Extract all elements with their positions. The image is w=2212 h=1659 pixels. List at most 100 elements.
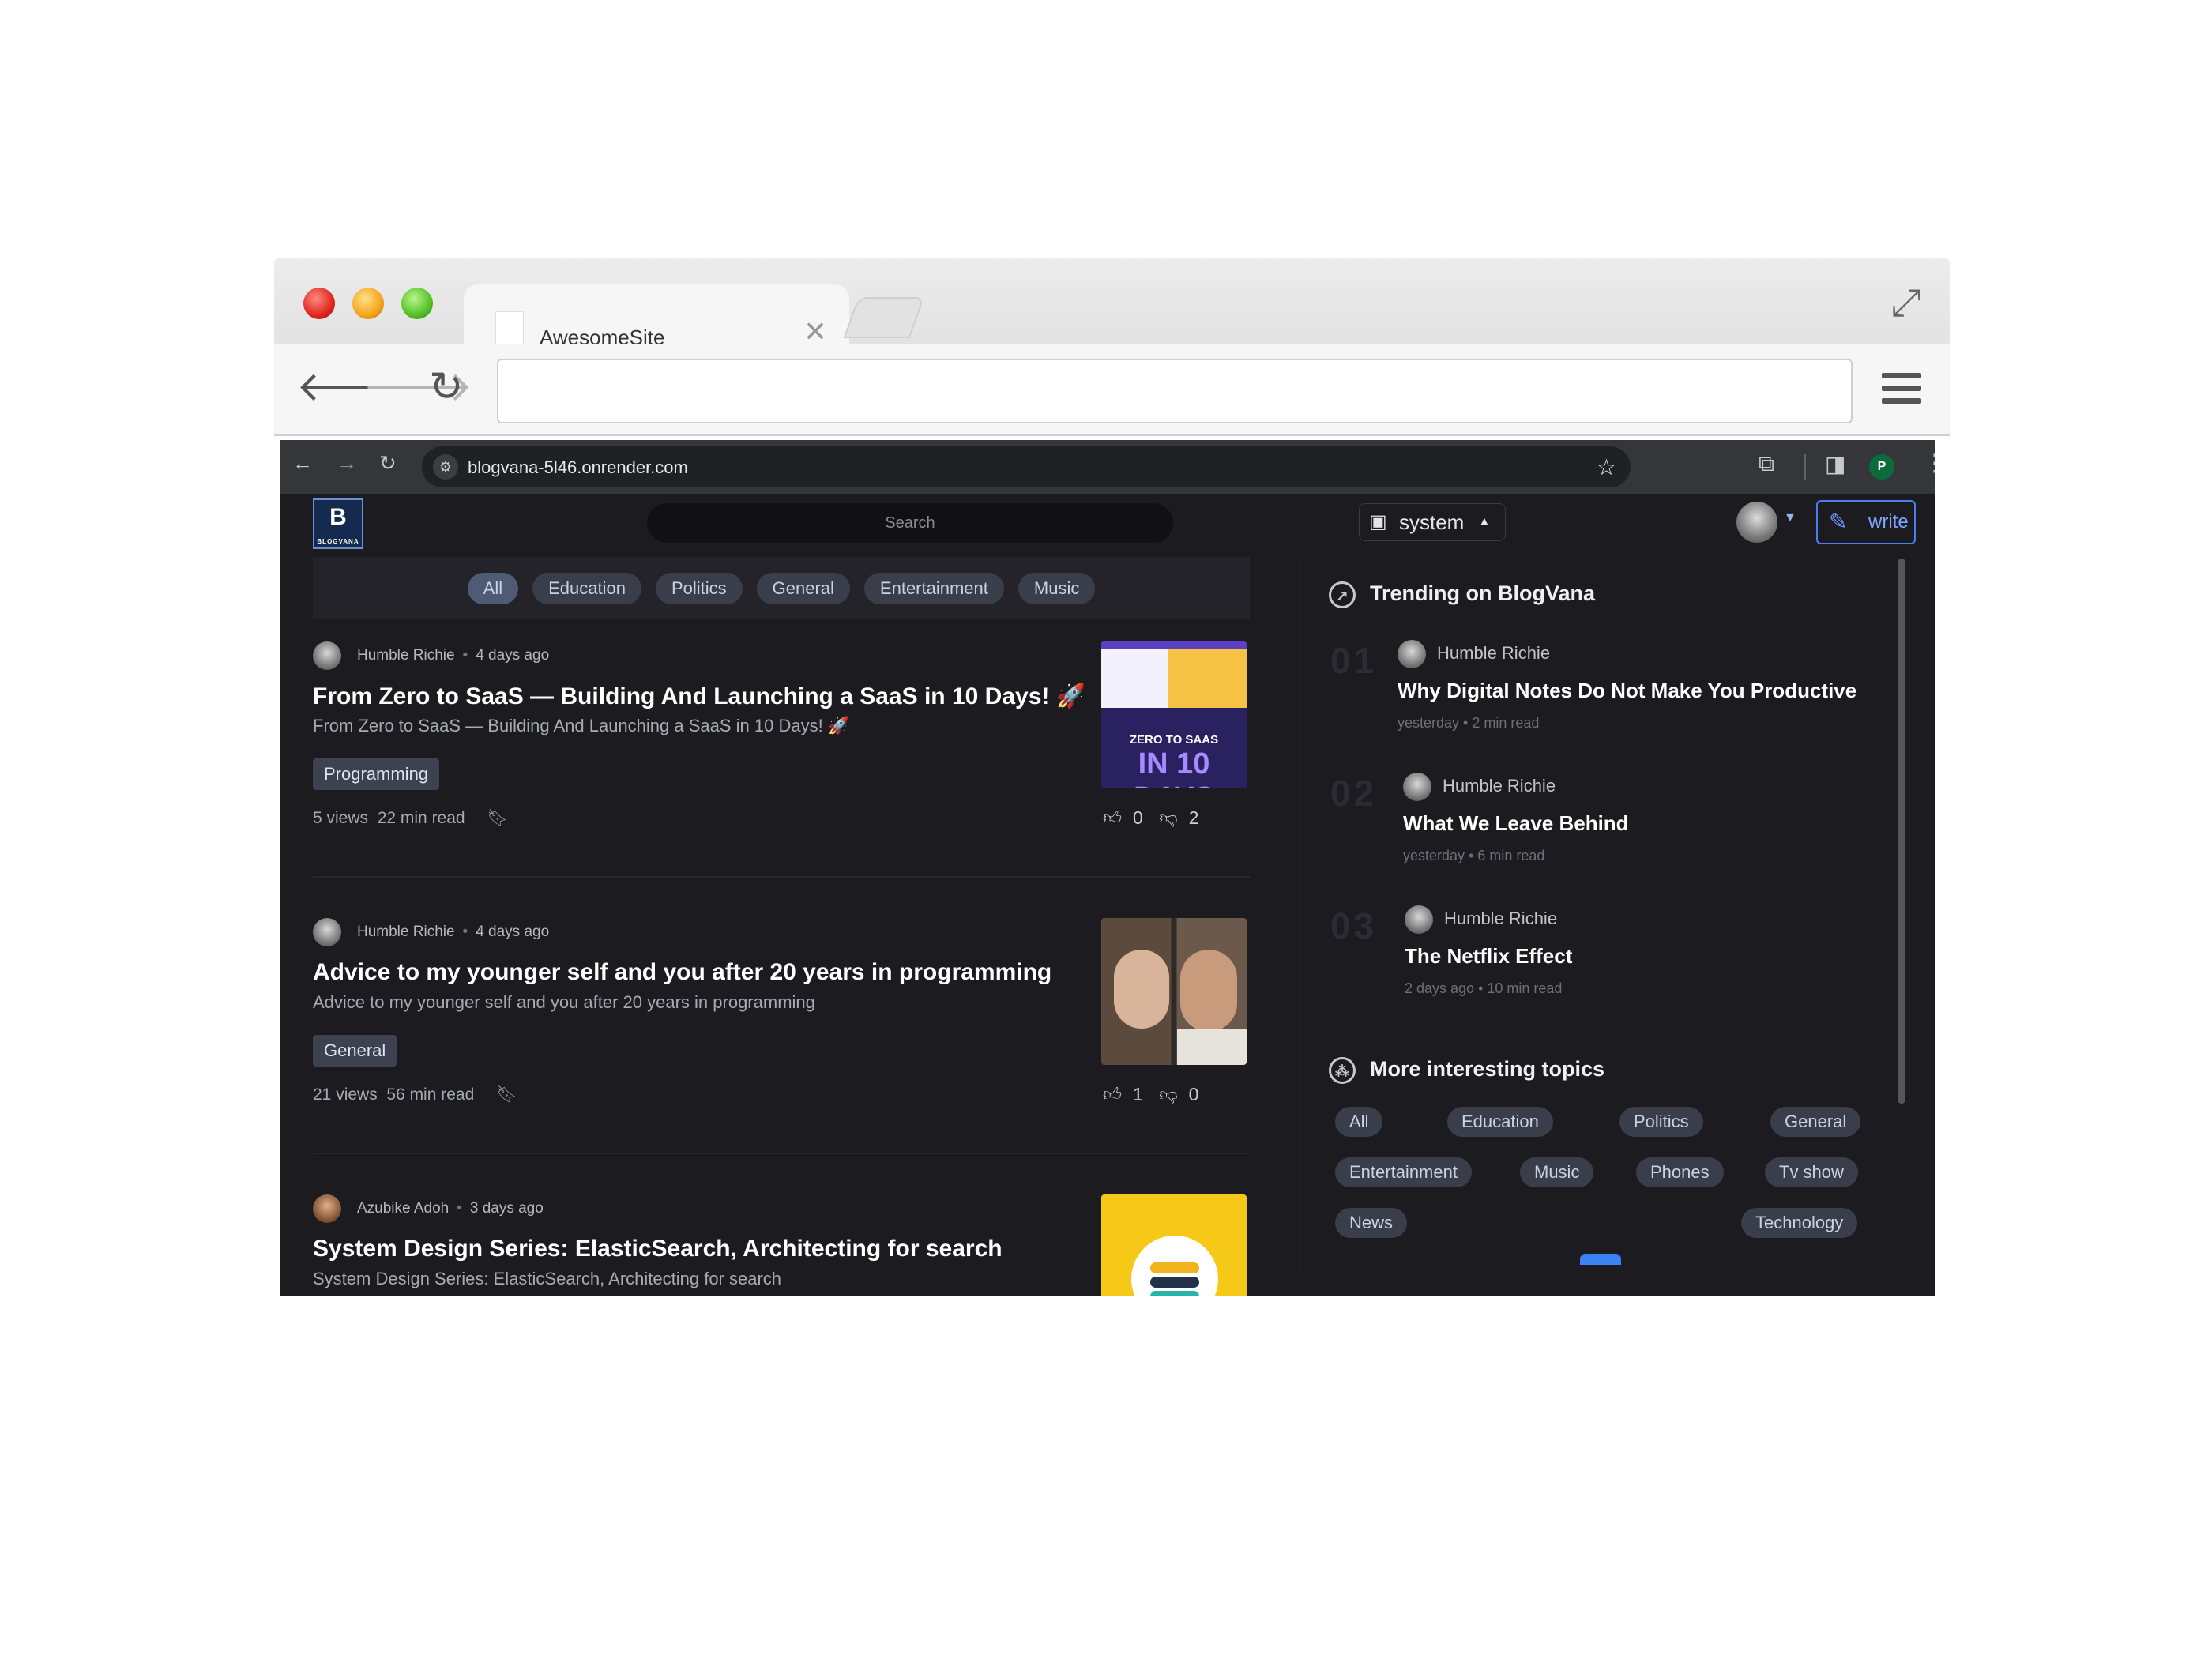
article-author[interactable]: Azubike Adoh • 3 days ago — [313, 1194, 544, 1223]
write-button[interactable]: ✎ write — [1816, 500, 1916, 544]
user-avatar[interactable] — [1736, 502, 1778, 543]
author-avatar — [1403, 773, 1431, 802]
new-tab-button[interactable] — [843, 297, 925, 338]
trending-meta: yesterday • 2 min read — [1398, 715, 1540, 731]
article-subtitle: System Design Series: ElasticSearch, Arc… — [313, 1269, 782, 1288]
author-avatar — [1405, 905, 1433, 935]
reload-icon[interactable]: ↻ — [429, 367, 464, 408]
topic-tv-show[interactable]: Tv show — [1765, 1157, 1858, 1187]
trending-meta: 2 days ago • 10 min read — [1405, 980, 1563, 996]
category-music[interactable]: Music — [1018, 573, 1096, 604]
blogvana-logo[interactable]: B BLOGVANA — [313, 498, 363, 549]
maximize-window-button[interactable] — [401, 288, 433, 319]
theme-label: system — [1399, 510, 1465, 534]
trending-title[interactable]: What We Leave Behind — [1403, 811, 1629, 836]
bookmark-star-icon[interactable]: ☆ — [1597, 454, 1616, 480]
trending-title[interactable]: Why Digital Notes Do Not Make You Produc… — [1398, 679, 1856, 703]
inner-address-bar[interactable]: ⚙ blogvana-5l46.onrender.com ☆ — [422, 446, 1631, 487]
article-author[interactable]: Humble Richie • 4 days ago — [313, 918, 549, 946]
trending-title[interactable]: The Netflix Effect — [1405, 944, 1572, 969]
trending-heading: ↗ Trending on BlogVana — [1329, 577, 1595, 609]
topic-politics[interactable]: Politics — [1620, 1107, 1703, 1137]
article-title[interactable]: System Design Series: ElasticSearch, Arc… — [313, 1236, 1003, 1262]
category-general[interactable]: General — [756, 573, 850, 604]
topic-general[interactable]: General — [1770, 1107, 1861, 1137]
category-education[interactable]: Education — [532, 573, 641, 604]
dislike-count: 0 — [1188, 1084, 1199, 1104]
column-divider — [1299, 562, 1300, 1273]
article-divider — [313, 876, 1250, 878]
author-avatar — [1398, 640, 1426, 669]
topic-news[interactable]: News — [1335, 1208, 1408, 1238]
hamburger-menu-icon[interactable] — [1882, 373, 1921, 404]
article-thumbnail[interactable] — [1101, 1194, 1247, 1296]
inner-back-icon[interactable]: ← — [292, 453, 313, 473]
article-tag[interactable]: General — [313, 1035, 397, 1066]
category-entertainment[interactable]: Entertainment — [863, 573, 1004, 604]
caret-down-icon[interactable]: ▼ — [1784, 511, 1796, 525]
article-thumbnail[interactable]: ZERO TO SAAS IN 10 DAYS — [1101, 641, 1247, 788]
edit-icon: ✎ — [1829, 510, 1848, 534]
topic-technology[interactable]: Technology — [1741, 1208, 1858, 1238]
article-tag[interactable]: Programming — [313, 758, 440, 790]
author-avatar — [313, 641, 341, 670]
topic-phones[interactable]: Phones — [1636, 1157, 1724, 1187]
trending-author: Humble Richie — [1403, 772, 1556, 802]
article-votes: 👍︎ 1 👎︎ 0 — [1103, 1084, 1209, 1106]
inner-forward-icon[interactable]: → — [337, 453, 357, 473]
scroll-indicator[interactable] — [1580, 1254, 1621, 1265]
article-stats: 5 views 22 min read 🔖︎ — [313, 809, 509, 827]
address-bar[interactable] — [497, 359, 1853, 423]
trending-author: Humble Richie — [1405, 905, 1557, 935]
topic-education[interactable]: Education — [1447, 1107, 1553, 1137]
page-icon — [495, 311, 524, 344]
monitor-icon: ▣ — [1369, 511, 1387, 532]
thumbs-up-icon[interactable]: 👍︎ — [1103, 807, 1122, 828]
article-thumbnail[interactable] — [1101, 918, 1247, 1065]
author-avatar — [313, 918, 341, 946]
inner-browser-toolbar: ← → ↻ ⚙ blogvana-5l46.onrender.com ☆ ⧉ ◨… — [280, 440, 1935, 494]
thumbs-down-icon[interactable]: 👎︎ — [1159, 1084, 1177, 1104]
profile-avatar[interactable]: P — [1869, 454, 1894, 480]
theme-selector[interactable]: ▣ system ▲ — [1359, 503, 1506, 541]
bookmark-icon[interactable]: 🔖︎ — [496, 1085, 517, 1104]
trending-item[interactable]: 03 Humble Richie The Netflix Effect 2 da… — [1330, 905, 1868, 999]
article-stats: 21 views 56 min read 🔖︎ — [313, 1085, 517, 1104]
thumbs-down-icon[interactable]: 👎︎ — [1159, 807, 1177, 828]
category-filter-bar: All Education Politics General Entertain… — [313, 557, 1250, 619]
site-settings-icon[interactable]: ⚙ — [433, 454, 458, 480]
more-options-icon[interactable]: ⋮ — [1923, 450, 1935, 477]
fullscreen-icon[interactable]: ⤢ — [1891, 284, 1921, 322]
article-author[interactable]: Humble Richie • 4 days ago — [313, 641, 549, 670]
page-screenshot: ← → ↻ ⚙ blogvana-5l46.onrender.com ☆ ⧉ ◨… — [280, 440, 1935, 1296]
trending-rank: 03 — [1330, 905, 1378, 946]
thumbs-up-icon[interactable]: 👍︎ — [1103, 1084, 1122, 1104]
trending-icon: ↗ — [1329, 581, 1356, 608]
bookmark-icon[interactable]: 🔖︎ — [487, 809, 508, 827]
trending-rank: 01 — [1330, 640, 1378, 681]
trending-item[interactable]: 02 Humble Richie What We Leave Behind ye… — [1330, 772, 1868, 867]
sidebar-scrollbar-thumb[interactable] — [1898, 559, 1905, 1104]
category-politics[interactable]: Politics — [655, 573, 743, 604]
topic-entertainment[interactable]: Entertainment — [1335, 1157, 1472, 1187]
side-panel-icon[interactable]: ◨ — [1825, 451, 1845, 477]
article-subtitle: From Zero to SaaS — Building And Launchi… — [313, 716, 850, 735]
extensions-icon[interactable]: ⧉ — [1759, 451, 1774, 477]
trending-rank: 02 — [1330, 773, 1378, 814]
trending-author: Humble Richie — [1398, 639, 1550, 669]
topic-music[interactable]: Music — [1520, 1157, 1594, 1187]
close-tab-icon[interactable]: ✕ — [803, 318, 827, 346]
article-card[interactable]: Azubike Adoh • 3 days ago System Design Se… — [313, 1194, 1250, 1296]
search-input[interactable]: Search — [647, 503, 1173, 543]
toolbar-divider — [1804, 454, 1806, 480]
category-all[interactable]: All — [467, 573, 519, 604]
close-window-button[interactable] — [303, 288, 335, 319]
inner-reload-icon[interactable]: ↻ — [379, 453, 397, 473]
article-title[interactable]: From Zero to SaaS — Building And Launchi… — [313, 683, 1085, 710]
topic-all[interactable]: All — [1335, 1107, 1383, 1137]
article-title[interactable]: Advice to my younger self and you after … — [313, 959, 1051, 986]
minimize-window-button[interactable] — [352, 288, 384, 319]
article-card[interactable]: Humble Richie • 4 days ago From Zero to Sa… — [313, 641, 1250, 839]
trending-item[interactable]: 01 Humble Richie Why Digital Notes Do No… — [1330, 639, 1868, 734]
article-card[interactable]: Humble Richie • 4 days ago Advice to my yo… — [313, 918, 1250, 1115]
